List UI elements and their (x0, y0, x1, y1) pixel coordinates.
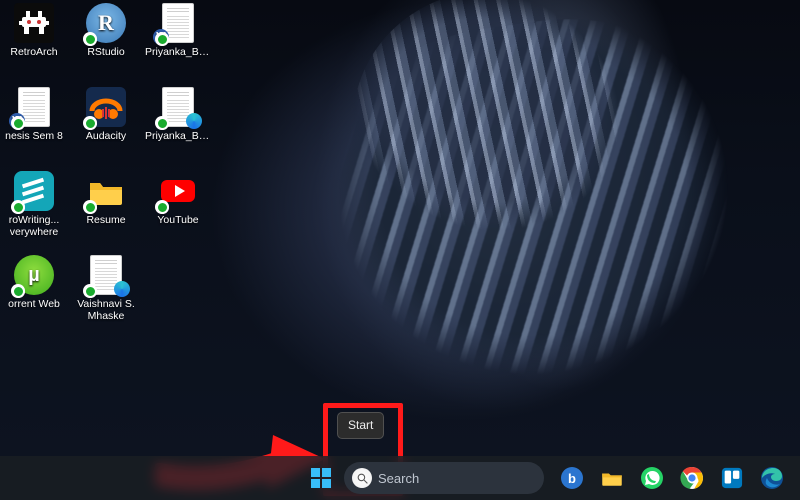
search-icon (352, 468, 372, 488)
trello-icon (721, 467, 743, 489)
desktop-icon-label: YouTube (157, 214, 198, 226)
desktop-icon-priyanka-2[interactable]: Priyanka_Ba... (144, 86, 212, 164)
sync-badge-icon (155, 116, 169, 130)
audacity-icon (86, 87, 126, 127)
desktop-icon-label: Resume (86, 214, 125, 226)
trello-button[interactable] (714, 460, 750, 496)
sync-badge-icon (155, 32, 169, 46)
taskbar-search[interactable]: Search (344, 462, 544, 494)
desktop-icon-retroarch[interactable]: RetroArch (0, 2, 68, 80)
sync-badge-icon (83, 32, 97, 46)
sync-badge-icon (155, 200, 169, 214)
rstudio-icon: R (86, 3, 126, 43)
desktop-icon-audacity[interactable]: Audacity (72, 86, 140, 164)
folder-icon (86, 171, 126, 211)
desktop-icon-label: orrent Web (8, 298, 60, 310)
sync-badge-icon (11, 116, 25, 130)
chrome-icon (680, 466, 704, 490)
whatsapp-button[interactable] (634, 460, 670, 496)
utorrent-icon: µ (14, 255, 54, 295)
start-tooltip-label: Start (348, 418, 373, 432)
desktop-icon-label: RetroArch (10, 46, 57, 58)
search-placeholder: Search (378, 471, 419, 486)
desktop-icon-label: roWriting... (9, 214, 60, 226)
retroarch-icon (14, 3, 54, 43)
prowriting-icon (14, 171, 54, 211)
start-tooltip: Start (337, 412, 384, 439)
desktop-icon-utorrent[interactable]: µ orrent Web (0, 254, 68, 332)
file-explorer-button[interactable] (594, 460, 630, 496)
desktop-icon-grid: RetroArch R RStudio W Priyanka_Ba... W n… (0, 0, 800, 456)
document-icon (158, 87, 198, 127)
edge-button[interactable] (754, 460, 790, 496)
bing-chat-button[interactable]: b (554, 460, 590, 496)
whatsapp-icon (640, 466, 664, 490)
desktop-icon-resume[interactable]: Resume (72, 170, 140, 248)
youtube-icon (158, 171, 198, 211)
desktop-icon-priyanka-1[interactable]: W Priyanka_Ba... (144, 2, 212, 80)
document-icon (86, 255, 126, 295)
desktop-icon-label-line2: Mhaske (88, 310, 125, 322)
sync-badge-icon (11, 200, 25, 214)
sync-badge-icon (83, 116, 97, 130)
sync-badge-icon (11, 284, 25, 298)
document-icon: W (158, 3, 198, 43)
desktop-icon-label: Priyanka_Ba... (145, 46, 211, 58)
edge-icon (760, 466, 784, 490)
desktop-icon-label: Vaishnavi S. (77, 298, 135, 310)
document-icon: W (14, 87, 54, 127)
edge-badge-icon (114, 281, 130, 297)
windows-logo-icon (309, 466, 333, 490)
desktop-icon-prowriting[interactable]: roWriting... verywhere (0, 170, 68, 248)
desktop-icon-label: nesis Sem 8 (5, 130, 63, 142)
bing-icon: b (561, 467, 583, 489)
taskbar-pinned-apps: b (554, 460, 790, 496)
edge-badge-icon (186, 113, 202, 129)
desktop-icon-thesis[interactable]: W nesis Sem 8 (0, 86, 68, 164)
desktop-icon-label: Audacity (86, 130, 126, 142)
desktop-icon-label-line2: verywhere (10, 226, 58, 238)
sync-badge-icon (83, 200, 97, 214)
start-button[interactable] (303, 458, 338, 498)
sync-badge-icon (83, 284, 97, 298)
desktop-icon-rstudio[interactable]: R RStudio (72, 2, 140, 80)
taskbar: Search b (0, 456, 800, 500)
desktop-icon-label: Priyanka_Ba... (145, 130, 211, 142)
folder-icon (599, 465, 625, 491)
desktop-icon-vaishnavi[interactable]: Vaishnavi S. Mhaske (72, 254, 140, 332)
chrome-button[interactable] (674, 460, 710, 496)
desktop-icon-label: RStudio (87, 46, 124, 58)
desktop-icon-youtube[interactable]: YouTube (144, 170, 212, 248)
